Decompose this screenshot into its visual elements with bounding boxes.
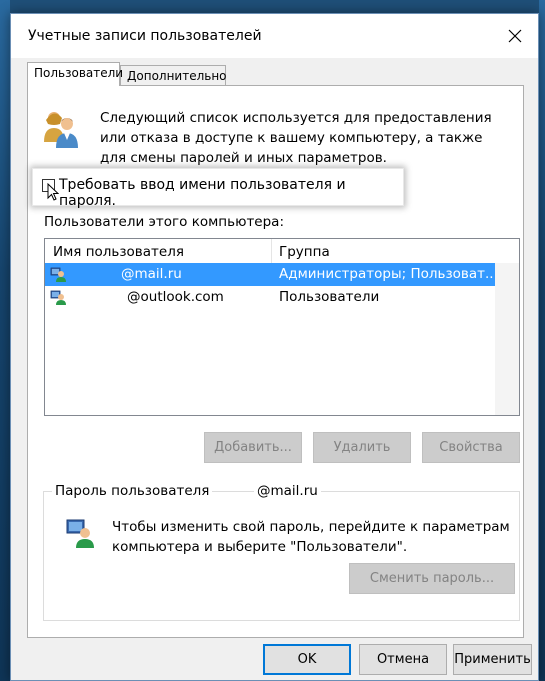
users-tab-panel: Следующий список используется для предос… xyxy=(27,85,524,638)
group-cell: Администраторы; Пользоват... xyxy=(279,266,494,282)
intro-text: Следующий список используется для предос… xyxy=(100,110,492,166)
add-user-button[interactable]: Добавить... xyxy=(204,432,302,463)
column-header-group[interactable]: Группа xyxy=(279,244,330,260)
table-row[interactable]: @mail.ru Администраторы; Пользоват... xyxy=(45,263,495,286)
require-login-row[interactable]: Требовать ввод имени пользователя и паро… xyxy=(32,168,404,209)
users-list-label: Пользователи этого компьютера: xyxy=(44,214,285,230)
ok-button[interactable]: OK xyxy=(263,644,351,675)
password-group: Пароль пользователя @mail.ru Чтобы измен… xyxy=(43,483,520,621)
user-accounts-dialog: Учетные записи пользователей Пользовател… xyxy=(10,13,539,681)
password-group-user: @mail.ru xyxy=(254,483,321,499)
user-icon xyxy=(50,290,66,305)
close-icon xyxy=(508,29,522,43)
column-header-username[interactable]: Имя пользователя xyxy=(53,244,184,260)
window-title: Учетные записи пользователей xyxy=(28,28,262,44)
password-group-legend: Пароль пользователя xyxy=(52,483,213,499)
column-separator[interactable] xyxy=(271,239,272,263)
listview-scrollbar[interactable] xyxy=(495,263,519,415)
change-password-button[interactable]: Сменить пароль... xyxy=(349,563,515,594)
title-bar[interactable]: Учетные записи пользователей xyxy=(11,14,538,58)
properties-button[interactable]: Свойства xyxy=(422,432,520,463)
desktop-background-left xyxy=(0,0,10,681)
password-hint-text: Чтобы изменить свой пароль, перейдите к … xyxy=(112,519,510,555)
remove-user-button[interactable]: Удалить xyxy=(313,432,411,463)
cancel-button[interactable]: Отмена xyxy=(359,644,447,675)
require-login-label[interactable]: Требовать ввод имени пользователя и паро… xyxy=(59,177,403,209)
users-icon xyxy=(44,112,78,148)
user-icon xyxy=(50,267,66,282)
table-row[interactable]: @outlook.com Пользователи xyxy=(45,286,495,309)
tab-advanced[interactable]: Дополнительно xyxy=(120,65,227,85)
tab-users[interactable]: Пользователи xyxy=(27,62,123,86)
apply-button[interactable]: Применить xyxy=(453,644,532,675)
close-button[interactable] xyxy=(492,14,538,58)
group-cell: Пользователи xyxy=(279,289,380,305)
users-listview[interactable]: Имя пользователя Группа @mail.ru Админис… xyxy=(44,238,520,416)
listview-header: Имя пользователя Группа xyxy=(45,239,519,264)
mouse-cursor-icon xyxy=(47,183,59,201)
tab-strip: Пользователи Дополнительно xyxy=(27,62,522,86)
desktop-background-right xyxy=(539,0,545,681)
user-password-icon xyxy=(66,519,94,548)
